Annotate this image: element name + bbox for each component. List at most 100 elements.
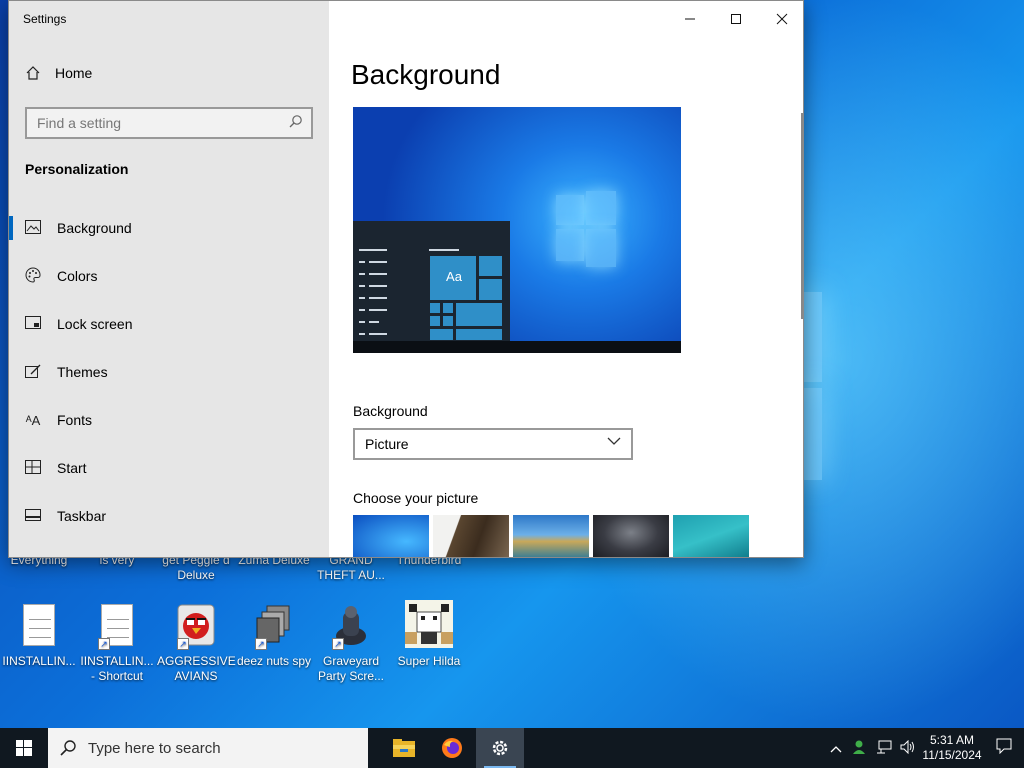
desktop-icon-label: Super Hilda	[397, 654, 461, 668]
window-title: Settings	[23, 12, 67, 26]
clock-date: 11/15/2024	[922, 748, 982, 762]
desktop-icon-label: IINSTALLIN...	[2, 654, 76, 668]
preview-tile-text: Aa	[446, 268, 462, 284]
dropdown-value: Picture	[365, 436, 409, 452]
sidebar-item-themes[interactable]: Themes	[9, 350, 329, 394]
sidebar-item-start[interactable]: Start	[9, 446, 329, 490]
desktop-icon-label: deez nuts spy	[236, 654, 312, 668]
window-controls	[667, 1, 803, 37]
firefox-icon	[442, 738, 462, 758]
sidebar-item-taskbar[interactable]: Taskbar	[9, 494, 329, 538]
sidebar-item-label: Lock screen	[57, 316, 133, 332]
pixel-character-icon	[405, 600, 453, 648]
chevron-down-icon	[607, 434, 621, 451]
preview-logo-pane	[586, 191, 616, 225]
taskbar-search-placeholder: Type here to search	[88, 739, 221, 757]
network-icon[interactable]	[872, 740, 896, 757]
taskbar-search-box[interactable]: Type here to search	[48, 728, 368, 768]
preview-logo-pane	[556, 229, 584, 261]
chevron-up-icon[interactable]	[824, 741, 848, 756]
image-icon	[25, 219, 41, 237]
picture-thumbnail-underwater[interactable]	[673, 515, 749, 557]
sidebar-item-label: Fonts	[57, 412, 93, 428]
notification-icon	[996, 738, 1012, 755]
search-placeholder: Find a setting	[37, 115, 122, 131]
picture-thumbnail-beach[interactable]	[513, 515, 589, 557]
wallpaper-logo-pane	[804, 292, 822, 382]
sidebar-item-label: Background	[57, 220, 132, 236]
search-icon	[60, 740, 76, 756]
fonts-icon: ᴬA	[25, 412, 41, 428]
start-icon	[25, 459, 41, 477]
sidebar-item-label: Colors	[57, 268, 98, 284]
background-label: Background	[353, 403, 428, 419]
shortcut-arrow-icon: ↗	[332, 638, 344, 650]
desktop-icon-label: Graveyard Party Scre...	[317, 654, 385, 683]
lock-screen-icon	[25, 315, 41, 333]
sidebar-item-background[interactable]: Background	[9, 206, 329, 250]
sidebar-item-lock-screen[interactable]: Lock screen	[9, 302, 329, 346]
taskbar-firefox[interactable]	[428, 728, 476, 768]
section-title: Personalization	[25, 161, 129, 177]
search-icon	[289, 114, 303, 131]
content-scrollbar[interactable]	[801, 113, 803, 319]
preview-taskbar	[353, 341, 681, 353]
desktop-icon-installing-shortcut[interactable]: ↗ IINSTALLIN... - Shortcut	[78, 604, 156, 684]
home-icon	[26, 66, 40, 80]
system-tray: 5:31 AM 11/15/2024	[824, 728, 1024, 768]
document-icon	[23, 604, 55, 646]
settings-content: Background Aa Background Picture Choose …	[329, 1, 803, 557]
file-explorer-icon	[393, 739, 415, 757]
desktop-icon-label: IINSTALLIN... - Shortcut	[80, 654, 154, 683]
maximize-icon	[731, 14, 741, 24]
choose-picture-label: Choose your picture	[353, 490, 479, 506]
desktop-icon-super-hilda[interactable]: Super Hilda	[390, 600, 468, 669]
close-icon	[776, 13, 788, 25]
windows-logo-icon	[16, 740, 32, 756]
desktop-icon-deez-nuts-spy[interactable]: ↗ deez nuts spy	[235, 604, 313, 669]
desktop-icon-label: AGGRESSIVE AVIANS	[157, 654, 236, 683]
picture-thumbnail-night-sky[interactable]	[593, 515, 669, 557]
preview-logo-pane	[556, 195, 584, 225]
background-preview: Aa	[353, 107, 681, 353]
taskbar-file-explorer[interactable]	[380, 728, 428, 768]
user-status-icon[interactable]	[848, 739, 872, 758]
find-setting-input[interactable]: Find a setting	[25, 107, 313, 139]
preview-logo-pane	[586, 229, 616, 267]
maximize-button[interactable]	[713, 1, 759, 37]
settings-sidebar: Settings Home Find a setting Personaliza…	[9, 1, 329, 557]
sidebar-item-label: Start	[57, 460, 87, 476]
shortcut-arrow-icon: ↗	[177, 638, 189, 650]
taskbar-clock[interactable]: 5:31 AM 11/15/2024	[920, 733, 984, 763]
taskbar-icon	[25, 508, 41, 524]
palette-icon	[25, 266, 41, 286]
background-type-dropdown[interactable]: Picture	[353, 428, 633, 460]
sidebar-item-fonts[interactable]: ᴬA Fonts	[9, 398, 329, 442]
wallpaper-logo-pane	[804, 388, 822, 480]
sidebar-item-colors[interactable]: Colors	[9, 254, 329, 298]
desktop-icon-installing[interactable]: IINSTALLIN...	[0, 604, 78, 669]
picture-thumbnail-cliff-tree[interactable]	[433, 515, 509, 557]
volume-icon[interactable]	[896, 739, 920, 757]
minimize-button[interactable]	[667, 1, 713, 37]
settings-window: Settings Home Find a setting Personaliza…	[8, 0, 804, 558]
page-title: Background	[351, 59, 501, 90]
taskbar-settings[interactable]	[476, 728, 524, 768]
picture-thumbnail-windows[interactable]	[353, 515, 429, 557]
start-button[interactable]	[0, 728, 48, 768]
shortcut-arrow-icon: ↗	[98, 638, 110, 650]
clock-time: 5:31 AM	[929, 733, 975, 747]
themes-icon	[25, 363, 41, 382]
desktop-icon-aggressive-avians[interactable]: ↗ AGGRESSIVE AVIANS	[157, 604, 236, 684]
shortcut-arrow-icon: ↗	[255, 638, 267, 650]
taskbar: Type here to search 5:31 AM 11/15/2024	[0, 728, 1024, 768]
sidebar-item-label: Themes	[57, 364, 108, 380]
desktop-icon-graveyard-party[interactable]: ↗ Graveyard Party Scre...	[312, 604, 390, 684]
home-link[interactable]: Home	[25, 65, 92, 81]
minimize-icon	[685, 18, 695, 20]
sidebar-item-label: Taskbar	[57, 508, 107, 524]
close-button[interactable]	[759, 1, 803, 37]
settings-gear-icon	[492, 740, 508, 756]
home-label: Home	[55, 65, 93, 81]
notification-center-button[interactable]	[984, 738, 1024, 758]
